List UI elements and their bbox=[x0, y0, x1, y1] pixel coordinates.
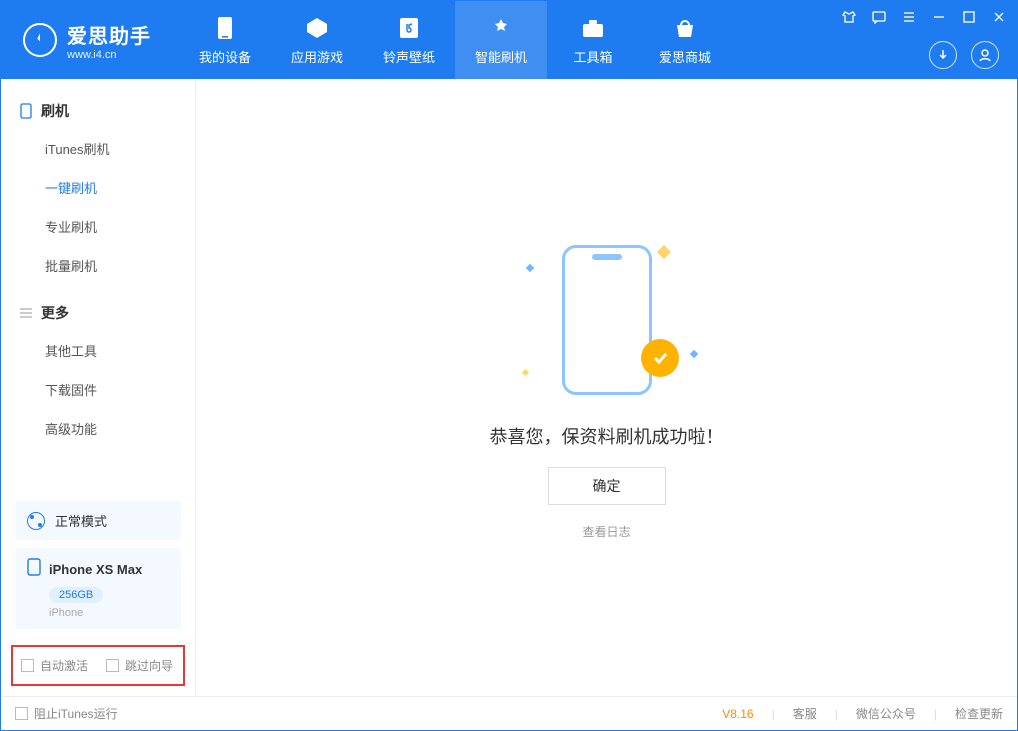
options-highlight-box: 自动激活 跳过向导 bbox=[11, 645, 185, 686]
apps-icon bbox=[305, 15, 329, 41]
sidebar-item-advanced[interactable]: 高级功能 bbox=[1, 409, 195, 448]
sidebar-group-more: 更多 bbox=[1, 295, 195, 331]
sidebar-item-download-firmware[interactable]: 下载固件 bbox=[1, 370, 195, 409]
view-log-link[interactable]: 查看日志 bbox=[582, 523, 630, 540]
footer: 阻止iTunes运行 V8.16 | 客服 | 微信公众号 | 检查更新 bbox=[1, 696, 1017, 730]
checkbox-icon bbox=[106, 659, 119, 672]
tab-apps[interactable]: 应用游戏 bbox=[271, 1, 363, 79]
success-illustration bbox=[517, 235, 697, 405]
check-badge-icon bbox=[641, 339, 679, 377]
sidebar-item-oneclick-flash[interactable]: 一键刷机 bbox=[1, 168, 195, 207]
feedback-icon[interactable] bbox=[871, 9, 887, 25]
mode-icon bbox=[27, 512, 45, 530]
mode-box[interactable]: 正常模式 bbox=[15, 501, 181, 540]
device-storage: 256GB bbox=[49, 587, 103, 603]
logo: 爱思助手 www.i4.cn bbox=[1, 1, 169, 79]
sparkle-icon bbox=[525, 264, 533, 272]
header: 爱思助手 www.i4.cn 我的设备 应用游戏 铃声壁纸 智能刷机 bbox=[1, 1, 1017, 79]
app-title: 爱思助手 bbox=[67, 20, 151, 49]
sparkle-icon bbox=[656, 245, 670, 259]
tab-toolbox[interactable]: 工具箱 bbox=[547, 1, 639, 79]
store-icon bbox=[673, 15, 697, 41]
sidebar-group-flash: 刷机 bbox=[1, 93, 195, 129]
device-type: iPhone bbox=[49, 607, 169, 619]
device-phone-icon bbox=[27, 558, 41, 581]
success-message: 恭喜您，保资料刷机成功啦！ bbox=[490, 423, 724, 449]
window-controls bbox=[841, 9, 1007, 25]
close-icon[interactable] bbox=[991, 9, 1007, 25]
header-actions bbox=[929, 41, 999, 69]
list-icon bbox=[19, 306, 33, 320]
version-label: V8.16 bbox=[722, 707, 753, 721]
sidebar-item-batch-flash[interactable]: 批量刷机 bbox=[1, 246, 195, 285]
logo-icon bbox=[23, 23, 57, 57]
checkbox-skip-guide[interactable]: 跳过向导 bbox=[106, 657, 173, 674]
wechat-link[interactable]: 微信公众号 bbox=[856, 705, 916, 722]
tab-my-device[interactable]: 我的设备 bbox=[179, 1, 271, 79]
checkbox-icon bbox=[21, 659, 34, 672]
menu-icon[interactable] bbox=[901, 9, 917, 25]
device-icon bbox=[217, 15, 233, 41]
sparkle-icon bbox=[689, 350, 697, 358]
tab-store[interactable]: 爱思商城 bbox=[639, 1, 731, 79]
mode-label: 正常模式 bbox=[55, 511, 107, 530]
sparkle-icon bbox=[521, 369, 528, 376]
body: 刷机 iTunes刷机 一键刷机 专业刷机 批量刷机 更多 其他工具 下载固件 … bbox=[1, 79, 1017, 696]
maximize-icon[interactable] bbox=[961, 9, 977, 25]
device-box[interactable]: iPhone XS Max 256GB iPhone bbox=[15, 548, 181, 629]
app-window: 爱思助手 www.i4.cn 我的设备 应用游戏 铃声壁纸 智能刷机 bbox=[0, 0, 1018, 731]
tab-ringtones[interactable]: 铃声壁纸 bbox=[363, 1, 455, 79]
sidebar-item-itunes-flash[interactable]: iTunes刷机 bbox=[1, 129, 195, 168]
checkbox-icon bbox=[15, 707, 28, 720]
minimize-icon[interactable] bbox=[931, 9, 947, 25]
user-icon[interactable] bbox=[971, 41, 999, 69]
shirt-icon[interactable] bbox=[841, 9, 857, 25]
ok-button[interactable]: 确定 bbox=[548, 467, 666, 505]
phone-illustration bbox=[562, 245, 652, 395]
header-tabs: 我的设备 应用游戏 铃声壁纸 智能刷机 工具箱 爱思商城 bbox=[179, 1, 731, 79]
checkbox-block-itunes[interactable]: 阻止iTunes运行 bbox=[15, 705, 118, 722]
download-icon[interactable] bbox=[929, 41, 957, 69]
toolbox-icon bbox=[581, 15, 605, 41]
main-content: 恭喜您，保资料刷机成功啦！ 确定 查看日志 bbox=[196, 79, 1017, 696]
flash-icon bbox=[489, 15, 513, 41]
sidebar: 刷机 iTunes刷机 一键刷机 专业刷机 批量刷机 更多 其他工具 下载固件 … bbox=[1, 79, 196, 696]
sidebar-item-other-tools[interactable]: 其他工具 bbox=[1, 331, 195, 370]
tab-smart-flash[interactable]: 智能刷机 bbox=[455, 1, 547, 79]
device-name: iPhone XS Max bbox=[49, 562, 142, 577]
checkbox-auto-activate[interactable]: 自动激活 bbox=[21, 657, 88, 674]
sidebar-item-pro-flash[interactable]: 专业刷机 bbox=[1, 207, 195, 246]
phone-icon bbox=[19, 104, 33, 118]
check-update-link[interactable]: 检查更新 bbox=[955, 705, 1003, 722]
ringtone-icon bbox=[398, 15, 420, 41]
app-url: www.i4.cn bbox=[67, 49, 151, 61]
support-link[interactable]: 客服 bbox=[793, 705, 817, 722]
